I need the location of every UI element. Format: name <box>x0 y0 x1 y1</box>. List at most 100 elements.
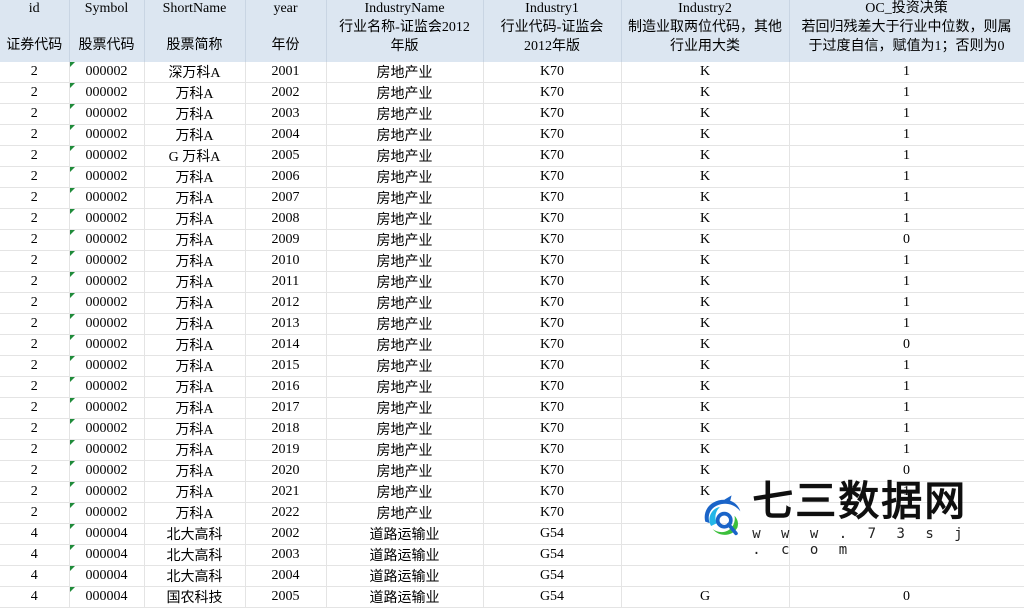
table-cell[interactable]: K70 <box>483 82 622 104</box>
table-cell[interactable]: 房地产业 <box>326 250 484 272</box>
table-cell[interactable]: 000002 <box>69 208 145 230</box>
table-cell[interactable]: K70 <box>483 229 622 251</box>
table-cell[interactable]: 房地产业 <box>326 145 484 167</box>
table-cell[interactable]: K <box>621 418 790 440</box>
table-cell[interactable]: 房地产业 <box>326 334 484 356</box>
table-cell[interactable]: 万科A <box>144 187 246 209</box>
column-header[interactable]: IndustryName 行业名称-证监会2012 年版 <box>326 0 484 62</box>
table-cell[interactable]: 2003 <box>245 103 327 125</box>
table-cell[interactable]: 2 <box>0 208 70 230</box>
column-header[interactable]: Industry1 行业代码-证监会 2012年版 <box>483 0 622 62</box>
table-cell[interactable]: K70 <box>483 62 622 83</box>
table-cell[interactable]: 2 <box>0 145 70 167</box>
table-cell[interactable]: K <box>621 103 790 125</box>
table-cell[interactable]: 4 <box>0 544 70 566</box>
table-cell[interactable]: 000002 <box>69 187 145 209</box>
table-cell[interactable]: 房地产业 <box>326 397 484 419</box>
table-cell[interactable]: 1 <box>789 271 1024 293</box>
table-cell[interactable]: K70 <box>483 166 622 188</box>
table-cell[interactable]: 1 <box>789 418 1024 440</box>
table-cell[interactable]: 房地产业 <box>326 187 484 209</box>
table-cell[interactable]: K <box>621 271 790 293</box>
table-cell[interactable]: 房地产业 <box>326 62 484 83</box>
table-cell[interactable]: K70 <box>483 418 622 440</box>
table-cell[interactable]: 房地产业 <box>326 229 484 251</box>
table-cell[interactable]: G <box>621 586 790 608</box>
table-cell[interactable]: 000002 <box>69 103 145 125</box>
table-cell[interactable]: 000002 <box>69 62 145 83</box>
table-cell[interactable]: 2 <box>0 229 70 251</box>
table-cell[interactable]: 房地产业 <box>326 82 484 104</box>
table-cell[interactable]: 房地产业 <box>326 166 484 188</box>
table-cell[interactable]: 2012 <box>245 292 327 314</box>
table-cell[interactable]: K <box>621 313 790 335</box>
table-cell[interactable]: 000002 <box>69 292 145 314</box>
table-cell[interactable]: K70 <box>483 439 622 461</box>
table-cell[interactable]: G54 <box>483 523 622 545</box>
table-cell[interactable]: 万科A <box>144 166 246 188</box>
table-cell[interactable]: 000002 <box>69 124 145 146</box>
table-cell[interactable]: 2 <box>0 376 70 398</box>
table-cell[interactable]: 1 <box>789 187 1024 209</box>
table-cell[interactable]: 2 <box>0 502 70 524</box>
table-cell[interactable]: 2 <box>0 124 70 146</box>
table-cell[interactable]: 1 <box>789 313 1024 335</box>
table-cell[interactable]: 2021 <box>245 481 327 503</box>
table-cell[interactable]: 000002 <box>69 418 145 440</box>
table-cell[interactable]: 000002 <box>69 250 145 272</box>
table-cell[interactable]: 2004 <box>245 565 327 587</box>
table-cell[interactable]: K <box>621 82 790 104</box>
table-cell[interactable]: 2013 <box>245 313 327 335</box>
table-cell[interactable]: 1 <box>789 355 1024 377</box>
table-cell[interactable]: 万科A <box>144 292 246 314</box>
table-cell[interactable]: K <box>621 376 790 398</box>
table-cell[interactable]: K <box>621 62 790 83</box>
table-cell[interactable]: 0 <box>789 334 1024 356</box>
table-cell[interactable]: 道路运输业 <box>326 544 484 566</box>
table-cell[interactable]: 2006 <box>245 166 327 188</box>
table-cell[interactable]: 2 <box>0 418 70 440</box>
table-cell[interactable]: K70 <box>483 145 622 167</box>
table-cell[interactable]: 2015 <box>245 355 327 377</box>
table-cell[interactable]: K70 <box>483 481 622 503</box>
table-cell[interactable]: 1 <box>789 145 1024 167</box>
table-cell[interactable]: 2011 <box>245 271 327 293</box>
table-cell[interactable]: 1 <box>789 82 1024 104</box>
table-cell[interactable] <box>621 565 790 587</box>
table-cell[interactable]: 4 <box>0 523 70 545</box>
table-cell[interactable]: 房地产业 <box>326 439 484 461</box>
table-cell[interactable]: 2008 <box>245 208 327 230</box>
table-cell[interactable]: 2 <box>0 82 70 104</box>
table-cell[interactable]: 房地产业 <box>326 460 484 482</box>
table-cell[interactable]: 万科A <box>144 418 246 440</box>
table-cell[interactable]: 2018 <box>245 418 327 440</box>
table-cell[interactable]: 2 <box>0 355 70 377</box>
table-cell[interactable]: K <box>621 124 790 146</box>
table-cell[interactable]: 万科A <box>144 271 246 293</box>
table-cell[interactable]: G54 <box>483 565 622 587</box>
table-cell[interactable]: 2 <box>0 481 70 503</box>
table-cell[interactable]: 4 <box>0 565 70 587</box>
table-cell[interactable]: 2017 <box>245 397 327 419</box>
table-cell[interactable]: G54 <box>483 544 622 566</box>
column-header[interactable]: Industry2 制造业取两位代码，其他 行业用大类 <box>621 0 790 62</box>
table-cell[interactable]: 2020 <box>245 460 327 482</box>
table-cell[interactable]: 万科A <box>144 124 246 146</box>
table-cell[interactable]: K <box>621 187 790 209</box>
table-cell[interactable]: 000004 <box>69 565 145 587</box>
table-cell[interactable]: 0 <box>789 586 1024 608</box>
table-cell[interactable]: K70 <box>483 292 622 314</box>
table-cell[interactable]: 2 <box>0 271 70 293</box>
table-cell[interactable]: 2016 <box>245 376 327 398</box>
table-cell[interactable]: G54 <box>483 586 622 608</box>
table-cell[interactable]: 2 <box>0 250 70 272</box>
table-cell[interactable]: 1 <box>789 62 1024 83</box>
table-cell[interactable]: 万科A <box>144 82 246 104</box>
table-cell[interactable]: 2010 <box>245 250 327 272</box>
table-cell[interactable]: K70 <box>483 334 622 356</box>
table-cell[interactable]: 房地产业 <box>326 292 484 314</box>
table-cell[interactable]: K <box>621 292 790 314</box>
column-header[interactable]: year 年份 <box>245 0 327 62</box>
column-header[interactable]: Symbol 股票代码 <box>69 0 145 62</box>
table-cell[interactable]: 万科A <box>144 355 246 377</box>
